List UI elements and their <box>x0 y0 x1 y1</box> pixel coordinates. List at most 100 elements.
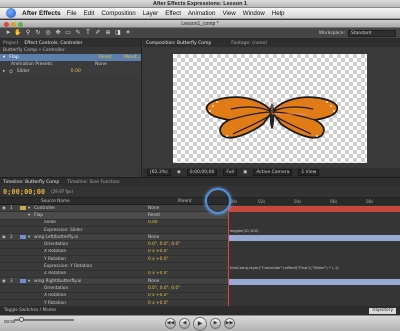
apple-menu-icon[interactable] <box>6 8 16 18</box>
layer-row[interactable]: ◉ 3 ▾ wing Right/butterfly.ai None <box>0 277 228 286</box>
menu-help[interactable]: Help <box>272 10 285 17</box>
layer-name[interactable]: X Rotation <box>44 249 128 254</box>
layer-name[interactable]: Y Rotation <box>44 257 128 262</box>
pen-tool-icon[interactable]: ✎ <box>74 29 82 37</box>
menu-composition[interactable]: Composition <box>101 10 135 17</box>
puppet-tool-icon[interactable]: ✶ <box>124 29 132 37</box>
camera-view-dropdown[interactable]: Active Camera <box>253 169 293 176</box>
label-color-chip[interactable] <box>20 301 26 305</box>
play-button-icon[interactable]: ▶ <box>193 316 207 331</box>
effect-row-flap[interactable]: ▾ Flap Reset About... <box>0 54 141 61</box>
menu-effect[interactable]: Effect <box>165 10 181 17</box>
menu-view[interactable]: View <box>222 10 235 17</box>
time-graph[interactable]: 00s 02s 04s 06s 08s wiggle(10,100) thisC… <box>228 198 400 306</box>
layer-name[interactable]: Orientation <box>44 286 128 291</box>
mask-tool-icon[interactable]: ▭ <box>64 29 72 37</box>
col-source-name[interactable]: Source Name <box>41 199 70 204</box>
menu-file[interactable]: File <box>67 10 77 17</box>
workspace-dropdown[interactable]: Standard <box>348 29 396 37</box>
layer-bar-wing-right[interactable] <box>228 279 400 285</box>
layer-row[interactable]: ◉ 1 ▾ Controller None <box>0 205 228 213</box>
tab-timeline-sine[interactable]: Timeline: Sine Function <box>67 180 119 185</box>
comp-viewer[interactable] <box>153 50 383 163</box>
property-row[interactable]: X Rotation 0 x +0.0° <box>0 293 228 300</box>
step-back-button-icon[interactable]: ◀ <box>179 318 190 329</box>
camera-tool-icon[interactable]: ◎ <box>44 29 52 37</box>
layer-name[interactable]: Orientation <box>44 242 128 247</box>
visibility-eye-icon[interactable]: ◉ <box>2 235 10 240</box>
step-forward-button-icon[interactable]: ▶ <box>210 318 221 329</box>
parent-or-value[interactable]: 0 x +0.0° <box>148 249 169 254</box>
layer-name[interactable]: wing Left/butterfly.ai <box>34 235 128 240</box>
col-parent[interactable]: Parent <box>178 199 192 204</box>
parent-or-value[interactable]: None <box>148 206 159 211</box>
parent-or-value[interactable]: Reset <box>148 213 160 218</box>
clone-tool-icon[interactable]: ⊕ <box>104 29 112 37</box>
label-color-chip[interactable] <box>20 221 26 225</box>
app-menu[interactable]: After Effects <box>22 10 61 17</box>
label-color-chip[interactable] <box>20 250 26 254</box>
property-row[interactable]: ▾ Flap Reset <box>0 212 228 220</box>
parent-or-value[interactable]: 0 x +0.0° <box>148 257 169 262</box>
property-row[interactable]: Z Rotation 0 x +0.0° <box>0 271 228 278</box>
label-color-chip[interactable] <box>20 294 26 298</box>
visibility-eye-icon[interactable]: ◉ <box>2 206 10 211</box>
property-row[interactable]: Orientation 0.0°, 0.0°, 0.0° <box>0 241 228 249</box>
text-tool-icon[interactable]: T <box>84 29 92 37</box>
about-link[interactable]: About... <box>123 55 141 60</box>
hand-tool-icon[interactable]: ✋ <box>14 29 22 37</box>
label-color-chip[interactable] <box>20 235 26 240</box>
label-color-chip[interactable] <box>20 257 26 261</box>
tab-effect-controls[interactable]: Effect Controls: Controller <box>24 41 82 46</box>
layer-name[interactable]: X Rotation <box>44 293 128 298</box>
layer-bar-controller[interactable] <box>228 206 400 212</box>
butterfly-image[interactable] <box>203 92 341 142</box>
pan-behind-tool-icon[interactable]: ✥ <box>54 29 62 37</box>
layer-name[interactable]: Controller <box>34 206 128 211</box>
label-color-chip[interactable] <box>20 279 26 284</box>
expression-text-rotation[interactable]: thisComp.layer("Controller").effect("Fla… <box>230 265 339 270</box>
eraser-tool-icon[interactable]: ◨ <box>114 29 122 37</box>
stopwatch-icon[interactable]: ⏱ <box>9 69 13 75</box>
presets-dropdown[interactable]: None <box>95 62 107 67</box>
expression-text-slider[interactable]: wiggle(10,100) <box>230 228 259 233</box>
layer-row[interactable]: ◉ 2 ▾ wing Left/butterfly.ai None <box>0 234 228 242</box>
trajectory-dropdown[interactable]: Trajectory <box>368 307 396 314</box>
tab-project[interactable]: Project <box>3 41 18 46</box>
label-color-chip[interactable] <box>20 272 26 276</box>
layer-name[interactable]: wing Right/butterfly.ai <box>34 279 128 284</box>
layer-name[interactable]: Expression: Slider <box>44 228 128 233</box>
expand-triangle-icon[interactable]: ▸ <box>3 69 5 74</box>
label-color-chip[interactable] <box>20 286 26 290</box>
tab-footage[interactable]: Footage: (none) <box>231 41 267 46</box>
rotate-tool-icon[interactable]: ↻ <box>34 29 42 37</box>
volume-slider[interactable] <box>14 317 74 322</box>
label-color-chip[interactable] <box>20 265 26 269</box>
camera-snapshot-icon[interactable]: ◉ <box>177 170 181 175</box>
tab-composition[interactable]: Composition: Butterfly Comp <box>146 41 211 46</box>
volume-knob[interactable] <box>19 317 24 322</box>
expand-triangle-icon[interactable]: ▾ <box>3 55 5 60</box>
menu-layer[interactable]: Layer <box>143 10 158 17</box>
parent-or-value[interactable]: 0.0°, 0.0°, 0.0° <box>148 286 180 291</box>
label-color-chip[interactable] <box>20 213 26 217</box>
visibility-eye-icon[interactable]: ◉ <box>2 279 10 284</box>
current-time-display[interactable]: 0;00;00;00 <box>186 169 218 176</box>
tab-timeline-butterfly[interactable]: Timeline: Butterfly Comp <box>3 180 59 185</box>
menu-window[interactable]: Window <box>243 10 265 17</box>
rewind-button-icon[interactable]: ◀◀ <box>165 318 176 329</box>
parent-or-value[interactable]: 0 x +0.0° <box>148 293 169 298</box>
parent-or-value[interactable]: 0.0°, 0.0°, 0.0° <box>148 242 180 247</box>
parent-or-value[interactable]: None <box>148 279 159 284</box>
time-ruler[interactable]: 00s 02s 04s 06s 08s <box>228 198 400 205</box>
property-row[interactable]: Orientation 0.0°, 0.0°, 0.0° <box>0 285 228 293</box>
current-time-indicator[interactable] <box>228 205 229 306</box>
timeline-current-time[interactable]: 0;00;00;00 <box>3 188 45 196</box>
layer-name[interactable]: Y Rotation <box>44 301 128 306</box>
menu-edit[interactable]: Edit <box>84 10 95 17</box>
zoom-tool-icon[interactable]: ⚲ <box>24 29 32 37</box>
selection-tool-icon[interactable]: ➤ <box>4 29 12 37</box>
label-color-chip[interactable] <box>20 228 26 232</box>
property-row[interactable]: Slider 0.00 <box>0 220 228 227</box>
layer-name[interactable]: Flap <box>34 213 128 218</box>
